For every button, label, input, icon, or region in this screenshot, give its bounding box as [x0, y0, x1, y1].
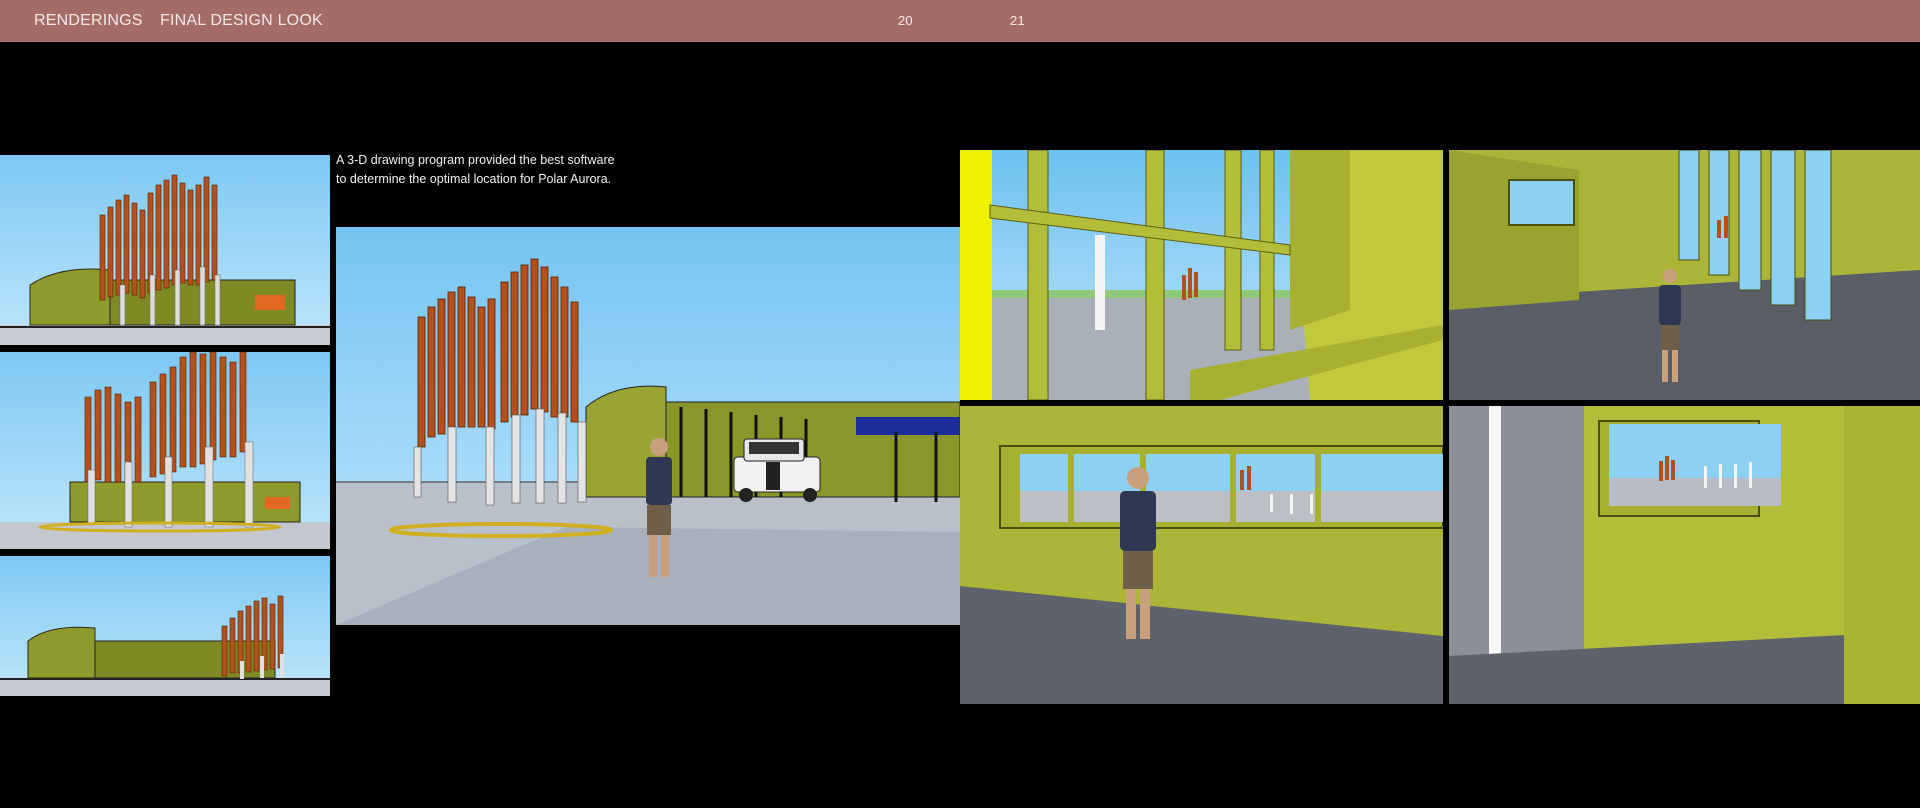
interior-rendering-4	[1449, 406, 1920, 704]
page-header: RENDERINGS FINAL DESIGN LOOK 20 21	[0, 0, 1920, 42]
rendering-caption: A 3-D drawing program provided the best …	[336, 151, 636, 189]
caption-line-2: to determine the optimal location for Po…	[336, 172, 612, 186]
small-rendering-3	[0, 556, 330, 696]
interior-rendering-1	[960, 150, 1443, 400]
interior-rendering-3	[960, 406, 1443, 704]
main-rendering	[336, 227, 960, 625]
interior-rendering-2	[1449, 150, 1920, 400]
small-rendering-2	[0, 352, 330, 549]
subsection-title: FINAL DESIGN LOOK	[160, 12, 323, 29]
page-number-left: 20	[898, 13, 913, 28]
caption-line-1: A 3-D drawing program provided the best …	[336, 153, 615, 167]
page-number-right: 21	[1010, 13, 1025, 28]
section-title: RENDERINGS	[34, 12, 143, 29]
small-rendering-1	[0, 155, 330, 345]
